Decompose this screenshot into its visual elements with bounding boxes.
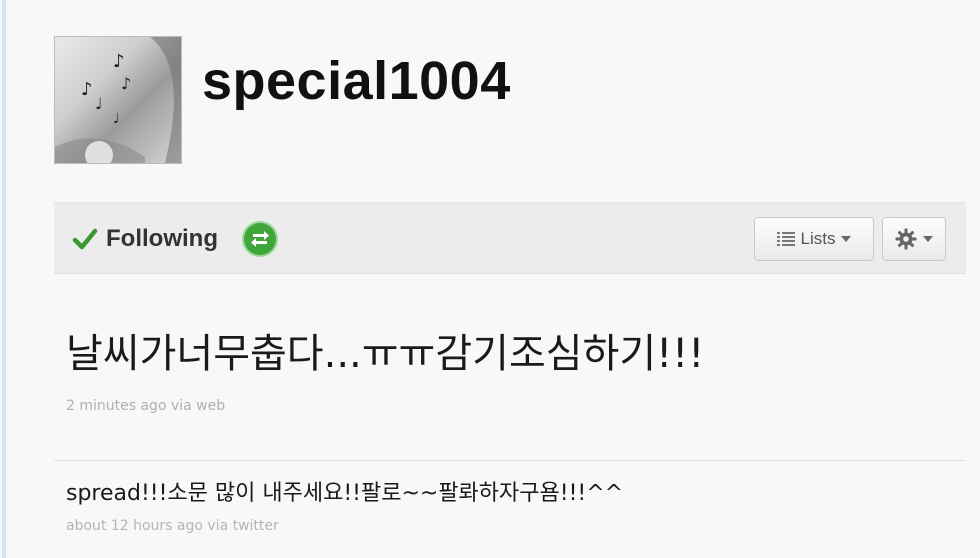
- chevron-down-icon: [923, 236, 933, 242]
- lists-label: Lists: [800, 229, 836, 248]
- divider: [54, 460, 966, 461]
- follow-bar: Following Lists: [54, 202, 966, 274]
- profile-photo-icon: ♪ ♪ ♩ ♪ ♩: [55, 37, 181, 163]
- screen-name: special1004: [202, 51, 511, 111]
- gear-icon: [895, 228, 917, 250]
- svg-text:♪: ♪: [81, 79, 93, 100]
- list-icon: [776, 232, 795, 246]
- retweet-toggle-button[interactable]: [244, 223, 276, 255]
- retweet-icon: [251, 231, 269, 247]
- svg-text:♩: ♩: [113, 111, 120, 127]
- svg-text:♪: ♪: [121, 74, 131, 93]
- svg-text:♩: ♩: [95, 94, 103, 113]
- following-label: Following: [106, 225, 218, 252]
- check-icon: [72, 228, 98, 250]
- chevron-down-icon: [841, 236, 852, 242]
- latest-tweet-text: 날씨가너무춥다...ㅠㅠ감기조심하기!!!: [66, 331, 705, 377]
- tweet-text: spread!!!소문 많이 내주세요!!팔로~~팔롸하자구욤!!!^^: [66, 481, 624, 506]
- sidebar-edge: [2, 0, 6, 558]
- page: ♪ ♪ ♩ ♪ ♩ special1004 Following Lists 날씨…: [0, 0, 980, 558]
- following-button[interactable]: Following: [72, 223, 218, 255]
- actions-menu-button[interactable]: [882, 217, 946, 261]
- lists-button[interactable]: Lists: [754, 217, 874, 261]
- svg-text:♪: ♪: [113, 51, 125, 72]
- tweet-timestamp[interactable]: about 12 hours ago via twitter: [66, 518, 279, 534]
- latest-tweet-timestamp[interactable]: 2 minutes ago via web: [66, 398, 225, 414]
- avatar[interactable]: ♪ ♪ ♩ ♪ ♩: [54, 36, 182, 164]
